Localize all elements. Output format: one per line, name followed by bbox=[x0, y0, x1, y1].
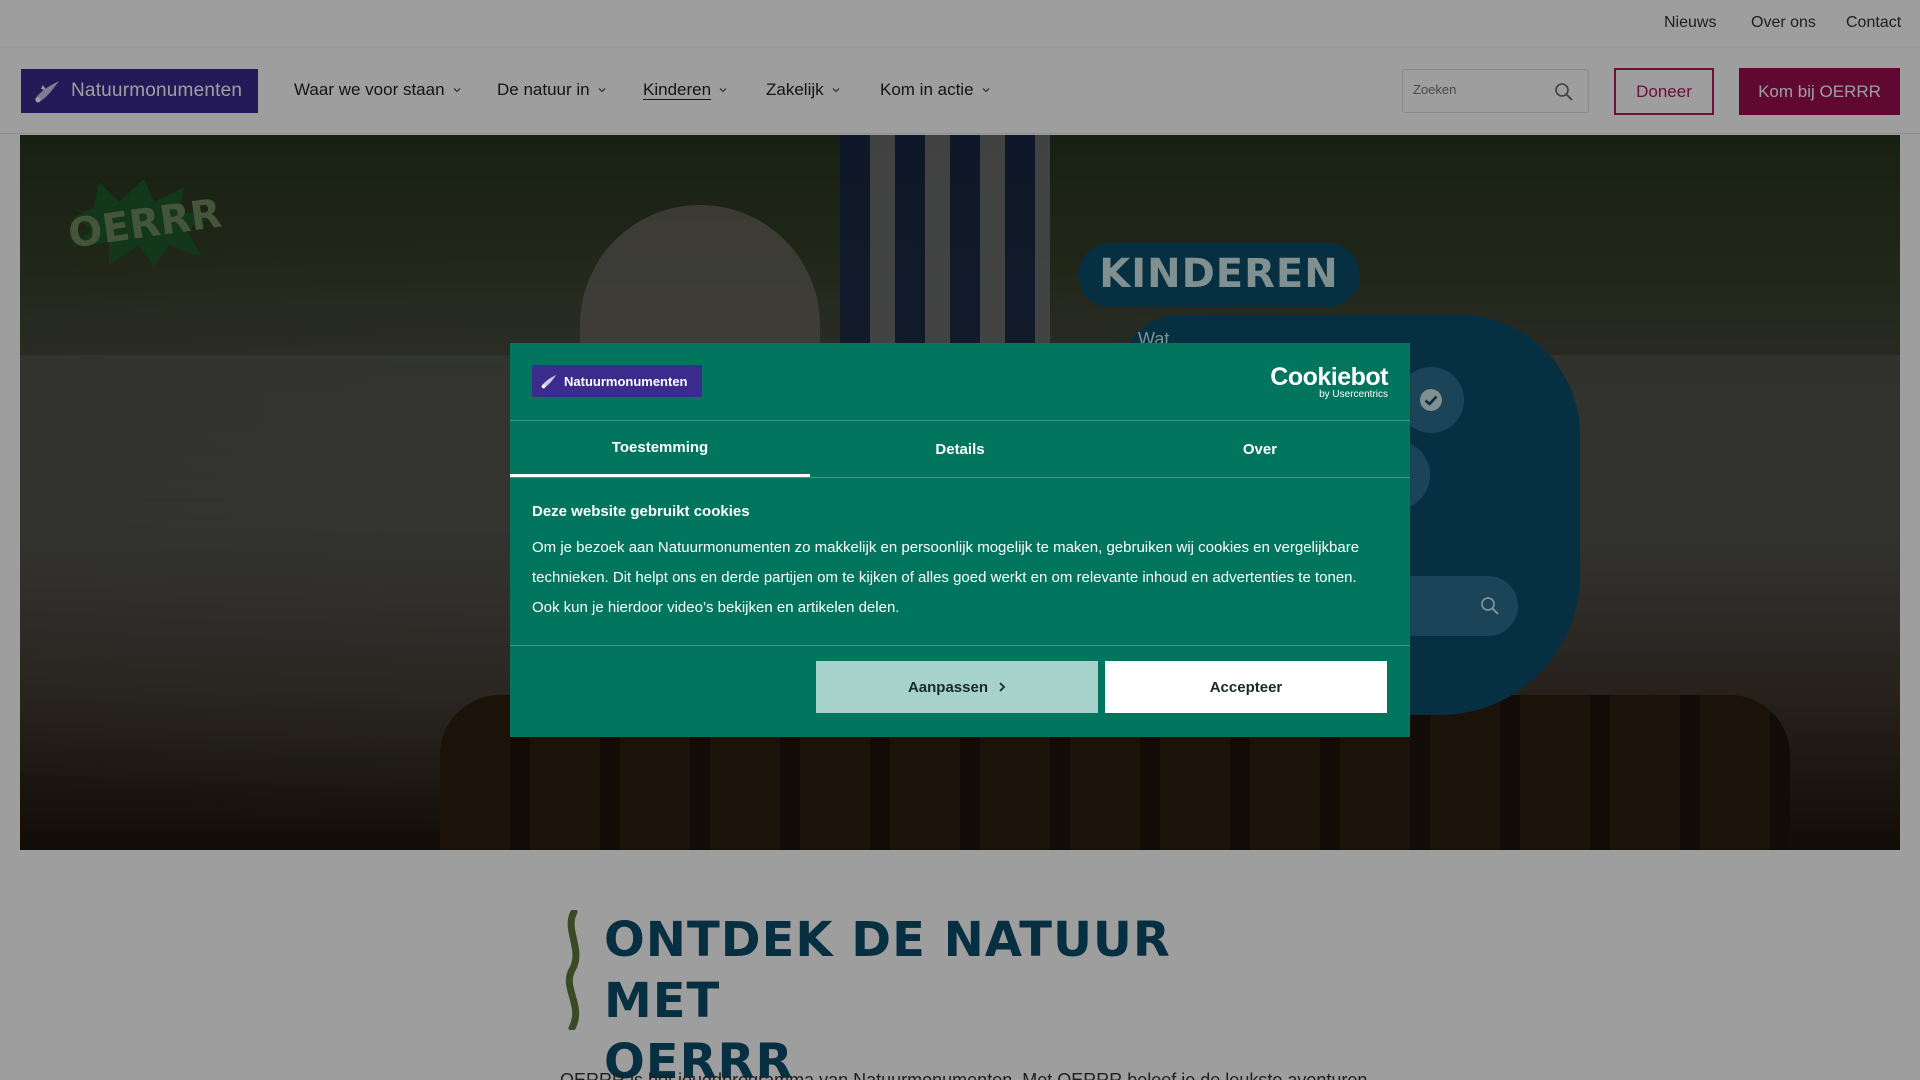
cookiebot-wordmark: Cookiebot bbox=[1270, 363, 1388, 391]
dialog-body-text: Om je bezoek aan Natuurmonumenten zo mak… bbox=[532, 539, 1360, 616]
divider bbox=[510, 645, 1410, 646]
chevron-right-icon bbox=[999, 682, 1006, 692]
customize-button-label: Aanpassen bbox=[907, 678, 989, 696]
tab-over[interactable]: Over bbox=[1110, 421, 1410, 477]
dialog-brand-logo: Natuurmonumenten bbox=[532, 365, 702, 397]
dialog-brand-name: Natuurmonumenten bbox=[564, 373, 688, 389]
divider bbox=[510, 477, 1410, 478]
tab-toestemming[interactable]: Toestemming bbox=[510, 421, 810, 477]
cookiebot-logo[interactable]: Cookiebot by Usercentrics bbox=[1270, 365, 1388, 401]
customize-button[interactable]: Aanpassen bbox=[816, 661, 1098, 713]
tab-details[interactable]: Details bbox=[810, 421, 1110, 477]
logo-bird-icon bbox=[541, 374, 557, 389]
dialog-heading: Deze website gebruikt cookies bbox=[532, 503, 750, 520]
cookie-consent-dialog: Natuurmonumenten Cookiebot by Usercentri… bbox=[510, 343, 1410, 737]
accept-button[interactable]: Accepteer bbox=[1105, 661, 1387, 713]
